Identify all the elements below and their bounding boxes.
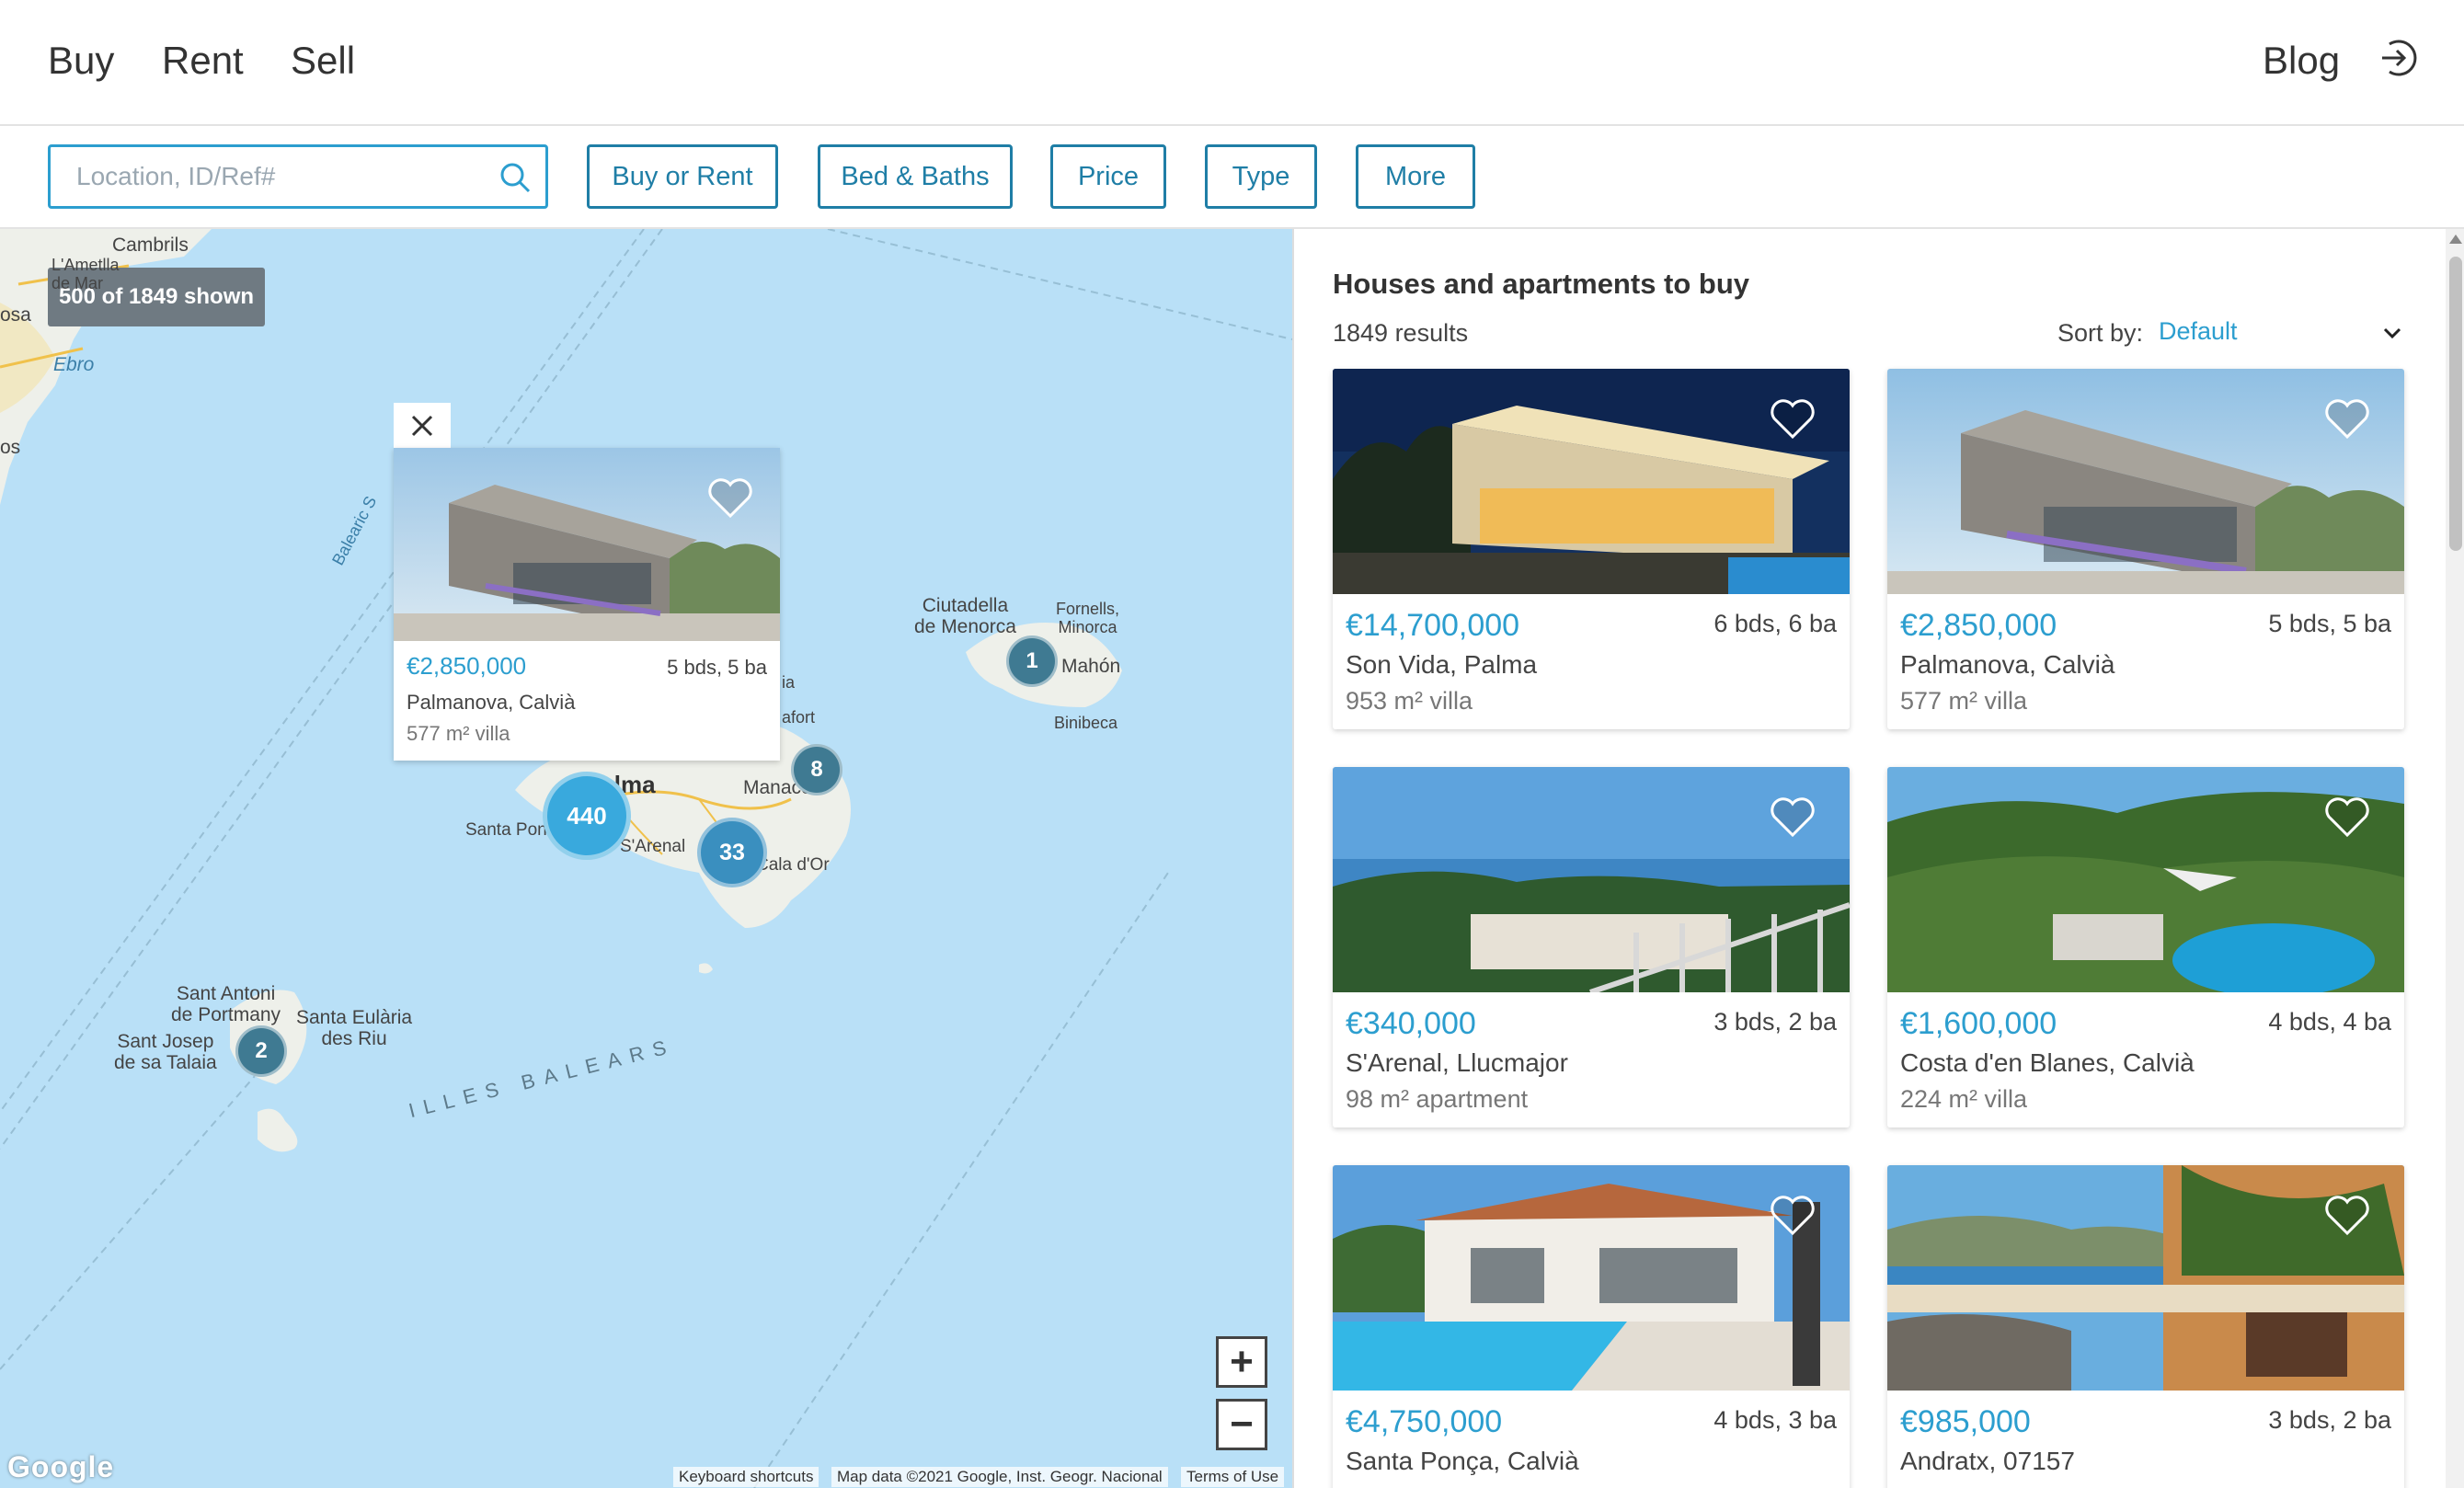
- map-label-afort: afort: [782, 708, 816, 727]
- property-card[interactable]: €985,000 3 bds, 2 ba Andratx, 07157: [1887, 1165, 2404, 1488]
- popup-close-button[interactable]: [394, 403, 451, 449]
- property-location: S'Arenal, Llucmajor: [1346, 1048, 1568, 1077]
- property-location: Son Vida, Palma: [1346, 650, 1538, 679]
- map-label-santa-eularia: Santa Eulària des Riu: [296, 1007, 413, 1050]
- favorite-heart-icon[interactable]: [2323, 795, 2371, 839]
- popup-location: Palmanova, Calvià: [407, 691, 576, 714]
- zoom-in-button[interactable]: +: [1216, 1336, 1267, 1388]
- favorite-heart-icon[interactable]: [706, 475, 754, 520]
- property-beds-baths: 3 bds, 2 ba: [1713, 1008, 1837, 1036]
- more-filter-button[interactable]: More: [1356, 144, 1475, 209]
- buy-or-rent-filter-button[interactable]: Buy or Rent: [587, 144, 778, 209]
- results-panel: Houses and apartments to buy 1849 result…: [1292, 229, 2464, 1488]
- map-label-binibeca: Binibeca: [1054, 714, 1118, 732]
- property-location: Costa d'en Blanes, Calvià: [1900, 1048, 2195, 1077]
- map-label-cala-dor: Cala d'Or: [756, 855, 830, 875]
- property-size: 224 m² villa: [1900, 1085, 2028, 1113]
- search-box: [48, 144, 548, 209]
- map-label-ebro: Ebro: [53, 354, 95, 375]
- property-location: Andratx, 07157: [1900, 1447, 2075, 1475]
- property-price: €2,850,000: [1900, 608, 2057, 643]
- map-cluster-marker[interactable]: 8: [791, 744, 842, 796]
- terms-of-use-link[interactable]: Terms of Use: [1181, 1467, 1285, 1487]
- property-location: Santa Ponça, Calvià: [1346, 1447, 1579, 1475]
- map-label-fornells: Fornells, Minorca: [1056, 600, 1120, 636]
- zoom-out-button[interactable]: −: [1216, 1399, 1267, 1450]
- map-background: [0, 229, 1292, 1488]
- chevron-down-icon[interactable]: [2381, 325, 2403, 341]
- map-label-osa: osa: [0, 304, 31, 326]
- property-price: €340,000: [1346, 1006, 1476, 1041]
- property-beds-baths: 4 bds, 3 ba: [1713, 1406, 1837, 1434]
- property-card[interactable]: €340,000 3 bds, 2 ba S'Arenal, Llucmajor…: [1333, 767, 1850, 1127]
- map-cluster-marker[interactable]: 33: [697, 818, 767, 887]
- sort-select[interactable]: Default: [2159, 317, 2407, 346]
- property-beds-baths: 6 bds, 6 ba: [1713, 610, 1837, 637]
- map-label-mahon: Mahón: [1061, 656, 1121, 677]
- favorite-heart-icon[interactable]: [2323, 1193, 2371, 1237]
- login-icon[interactable]: [2377, 37, 2419, 79]
- property-price: €4,750,000: [1346, 1404, 1503, 1439]
- popup-price: €2,850,000: [407, 652, 527, 680]
- property-price: €985,000: [1900, 1404, 2031, 1439]
- type-filter-button[interactable]: Type: [1205, 144, 1317, 209]
- top-navigation: Buy Rent Sell Blog: [0, 0, 2464, 126]
- map-label-ciutadella: Ciutadella de Menorca: [914, 595, 1016, 638]
- map-label-ia: ia: [782, 673, 796, 692]
- property-card[interactable]: €4,750,000 4 bds, 3 ba Santa Ponça, Calv…: [1333, 1165, 1850, 1488]
- close-icon: [411, 415, 433, 437]
- property-size: 953 m² villa: [1346, 687, 1473, 715]
- map-label-lametlla: L'Ametlla de Mar: [52, 256, 120, 292]
- price-filter-button[interactable]: Price: [1050, 144, 1166, 209]
- results-count: 1849 results: [1333, 319, 1469, 347]
- search-input[interactable]: [76, 158, 490, 195]
- property-beds-baths: 4 bds, 4 ba: [2268, 1008, 2391, 1036]
- map-label-sant-antoni: Sant Antoni de Portmany: [171, 983, 281, 1026]
- favorite-heart-icon[interactable]: [1769, 795, 1816, 839]
- map-label-cambrils: Cambrils: [112, 235, 189, 256]
- property-card[interactable]: €2,850,000 5 bds, 5 ba Palmanova, Calvià…: [1887, 369, 2404, 729]
- property-size: 577 m² villa: [1900, 687, 2028, 715]
- results-title: Houses and apartments to buy: [1333, 268, 1750, 300]
- favorite-heart-icon[interactable]: [1769, 1193, 1816, 1237]
- property-card[interactable]: €14,700,000 6 bds, 6 ba Son Vida, Palma …: [1333, 369, 1850, 729]
- nav-sell-link[interactable]: Sell: [291, 39, 355, 83]
- nav-blog-link[interactable]: Blog: [2263, 39, 2340, 83]
- google-logo: Google: [7, 1450, 115, 1483]
- sort-label: Sort by:: [2057, 319, 2144, 347]
- bed-baths-filter-button[interactable]: Bed & Baths: [818, 144, 1013, 209]
- property-price: €14,700,000: [1346, 608, 1520, 643]
- scrollbar-thumb[interactable]: [2449, 257, 2462, 551]
- property-size: 98 m² apartment: [1346, 1085, 1529, 1113]
- property-price: €1,600,000: [1900, 1006, 2057, 1041]
- map-cluster-marker[interactable]: 440: [543, 772, 631, 860]
- favorite-heart-icon[interactable]: [1769, 396, 1816, 441]
- map-data-attribution: Map data ©2021 Google, Inst. Geogr. Naci…: [831, 1467, 1168, 1487]
- property-beds-baths: 5 bds, 5 ba: [2268, 610, 2391, 637]
- property-location: Palmanova, Calvià: [1900, 650, 2115, 679]
- nav-buy-link[interactable]: Buy: [48, 39, 114, 83]
- map-label-os: os: [0, 437, 21, 458]
- map-label-sant-josep: Sant Josep de sa Talaia: [114, 1031, 217, 1074]
- map-panel[interactable]: 500 of 1849 shown Cambrils L'Ametlla de …: [0, 229, 1292, 1488]
- map-property-popup[interactable]: €2,850,000 5 bds, 5 ba Palmanova, Calvià…: [394, 448, 780, 761]
- scroll-up-arrow-icon[interactable]: [2449, 235, 2462, 244]
- property-beds-baths: 3 bds, 2 ba: [2268, 1406, 2391, 1434]
- favorite-heart-icon[interactable]: [2323, 396, 2371, 441]
- nav-rent-link[interactable]: Rent: [162, 39, 244, 83]
- map-cluster-marker[interactable]: 1: [1006, 635, 1058, 687]
- map-label-sarenal: S'Arenal: [620, 837, 686, 856]
- search-icon[interactable]: [498, 160, 533, 195]
- popup-beds-baths: 5 bds, 5 ba: [667, 656, 767, 679]
- popup-size: 577 m² villa: [407, 722, 510, 745]
- map-cluster-marker[interactable]: 2: [235, 1025, 287, 1077]
- property-card[interactable]: €1,600,000 4 bds, 4 ba Costa d'en Blanes…: [1887, 767, 2404, 1127]
- results-scrollbar[interactable]: [2446, 229, 2464, 1488]
- keyboard-shortcuts-link[interactable]: Keyboard shortcuts: [673, 1467, 819, 1487]
